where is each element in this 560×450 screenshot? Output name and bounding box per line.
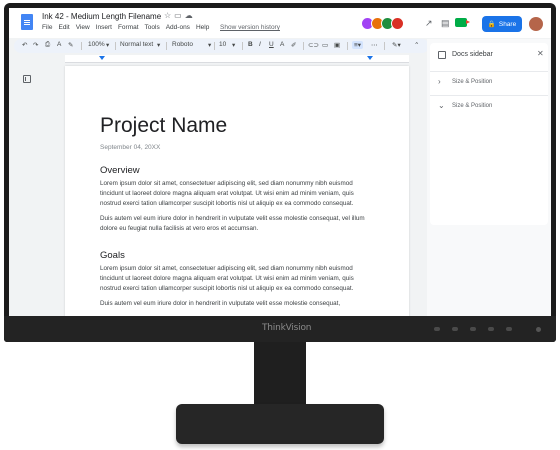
toolbar-divider <box>81 42 82 50</box>
sidebar-card: Docs sidebar ✕ › Size & Position ⌄ Size … <box>430 43 548 225</box>
screen: Ink 42 - Medium Length Filename ☆▭☁ File… <box>9 8 551 316</box>
toolbar-divider <box>303 42 304 50</box>
lock-icon: 🔒 <box>487 21 496 28</box>
paragraph[interactable]: Lorem ipsum dolor sit amet, consectetuer… <box>100 264 366 294</box>
chevron-down-icon[interactable]: ▾ <box>106 41 109 49</box>
meet-icon[interactable] <box>455 18 470 27</box>
share-button[interactable]: 🔒 Share <box>482 16 522 32</box>
sidebar-item-size-position[interactable]: › Size & Position <box>430 71 548 93</box>
zoom-select[interactable]: 100% <box>88 41 105 48</box>
monitor-button[interactable] <box>470 327 476 331</box>
cloud-status-icon[interactable]: ☁ <box>185 11 196 20</box>
monitor: Ink 42 - Medium Length Filename ☆▭☁ File… <box>4 3 556 342</box>
paint-format-icon[interactable]: ✎ <box>68 41 73 49</box>
chevron-down-icon[interactable]: ▾ <box>232 41 235 49</box>
activity-trend-icon[interactable]: ↗ <box>425 18 433 29</box>
toolbar-divider <box>214 42 215 50</box>
title-icons: ☆▭☁ <box>164 11 196 20</box>
comments-icon[interactable]: ▤ <box>441 18 450 29</box>
docs-logo-icon[interactable] <box>21 14 33 30</box>
move-folder-icon[interactable]: ▭ <box>174 11 185 20</box>
title-bar: Ink 42 - Medium Length Filename ☆▭☁ File… <box>9 8 551 38</box>
menu-addons[interactable]: Add-ons <box>166 24 190 31</box>
chevron-down-icon: ⌄ <box>438 101 445 110</box>
toolbar-divider <box>347 42 348 50</box>
right-indent-marker[interactable] <box>367 56 373 60</box>
close-icon[interactable]: ✕ <box>537 49 544 58</box>
menu-insert[interactable]: Insert <box>96 24 112 31</box>
font-select[interactable]: Roboto <box>172 41 193 48</box>
monitor-stand-base <box>176 404 384 444</box>
highlight-icon[interactable]: ✐ <box>291 41 296 49</box>
align-left-icon[interactable]: ≡▾ <box>352 41 364 49</box>
style-select[interactable]: Normal text <box>120 41 153 48</box>
menu-help[interactable]: Help <box>196 24 209 31</box>
monitor-button[interactable] <box>488 327 494 331</box>
document-outline-icon[interactable] <box>23 75 31 83</box>
font-size-select[interactable]: 10 <box>219 41 226 48</box>
monitor-button[interactable] <box>452 327 458 331</box>
sidebar-panel-icon <box>438 51 446 59</box>
link-icon[interactable]: ⊂⊃ <box>308 41 319 49</box>
underline-icon[interactable]: U <box>269 41 274 48</box>
menu-tools[interactable]: Tools <box>145 24 160 31</box>
menu-file[interactable]: File <box>42 24 52 31</box>
ruler[interactable] <box>65 55 409 63</box>
collapse-menus-icon[interactable]: ⌃ <box>414 41 419 49</box>
toolbar-divider <box>384 42 385 50</box>
editing-mode-icon[interactable]: ✎▾ <box>392 41 401 49</box>
left-indent-marker[interactable] <box>99 56 105 60</box>
sidebar-item-label: Size & Position <box>452 103 493 109</box>
more-icon[interactable]: ⋯ <box>371 41 378 49</box>
toolbar-divider <box>166 42 167 50</box>
monitor-bezel: ThinkVision <box>4 316 556 342</box>
text-color-icon[interactable]: A <box>280 41 284 48</box>
paragraph[interactable]: Lorem ipsum dolor sit amet, consectetuer… <box>100 179 366 209</box>
sidebar-item-label: Size & Position <box>452 79 493 85</box>
menu-bar: File Edit View Insert Format Tools Add-o… <box>42 24 209 31</box>
chevron-down-icon[interactable]: ▾ <box>157 41 160 49</box>
document-title[interactable]: Ink 42 - Medium Length Filename <box>42 12 161 21</box>
menu-format[interactable]: Format <box>118 24 139 31</box>
docs-sidebar: Docs sidebar ✕ › Size & Position ⌄ Size … <box>427 39 551 316</box>
formatting-toolbar: ↶ ↷ ⎙ A ✎ 100% ▾ Normal text ▾ Roboto ▾ … <box>14 39 429 53</box>
bold-icon[interactable]: B <box>248 41 253 48</box>
paragraph[interactable]: Duis autem vel eum iriure dolor in hendr… <box>100 299 366 309</box>
toolbar-divider <box>242 42 243 50</box>
section-heading-goals[interactable]: Goals <box>100 250 366 261</box>
power-button[interactable] <box>536 327 541 332</box>
version-history-link[interactable]: Show version history <box>220 24 280 31</box>
paragraph[interactable]: Duis autem vel eum iriure dolor in hendr… <box>100 214 366 234</box>
undo-icon[interactable]: ↶ <box>22 41 27 49</box>
share-label: Share <box>498 20 517 28</box>
section-heading-overview[interactable]: Overview <box>100 165 366 176</box>
chevron-down-icon[interactable]: ▾ <box>208 41 211 49</box>
document-date[interactable]: September 04, 20XX <box>100 144 366 151</box>
page-content: Project Name September 04, 20XX Overview… <box>100 114 366 309</box>
collaborator-avatars <box>361 17 404 30</box>
document-heading[interactable]: Project Name <box>100 114 366 138</box>
brand-logo: ThinkVision <box>262 323 312 333</box>
image-icon[interactable]: ▣ <box>334 41 340 49</box>
print-icon[interactable]: ⎙ <box>45 41 50 49</box>
document-page[interactable]: Project Name September 04, 20XX Overview… <box>65 66 409 316</box>
sidebar-item-size-position[interactable]: ⌄ Size & Position <box>430 95 548 117</box>
menu-view[interactable]: View <box>76 24 90 31</box>
italic-icon[interactable]: I <box>259 41 261 48</box>
spellcheck-icon[interactable]: A <box>57 41 61 48</box>
chevron-right-icon: › <box>438 77 441 86</box>
menu-edit[interactable]: Edit <box>58 24 69 31</box>
star-icon[interactable]: ☆ <box>164 11 174 20</box>
sidebar-title: Docs sidebar <box>452 51 493 58</box>
monitor-button[interactable] <box>434 327 440 331</box>
toolbar-divider <box>115 42 116 50</box>
avatar[interactable] <box>391 17 404 30</box>
account-avatar[interactable] <box>529 17 543 31</box>
redo-icon[interactable]: ↷ <box>33 41 38 49</box>
monitor-button[interactable] <box>506 327 512 331</box>
comment-icon[interactable]: ▭ <box>322 41 328 49</box>
